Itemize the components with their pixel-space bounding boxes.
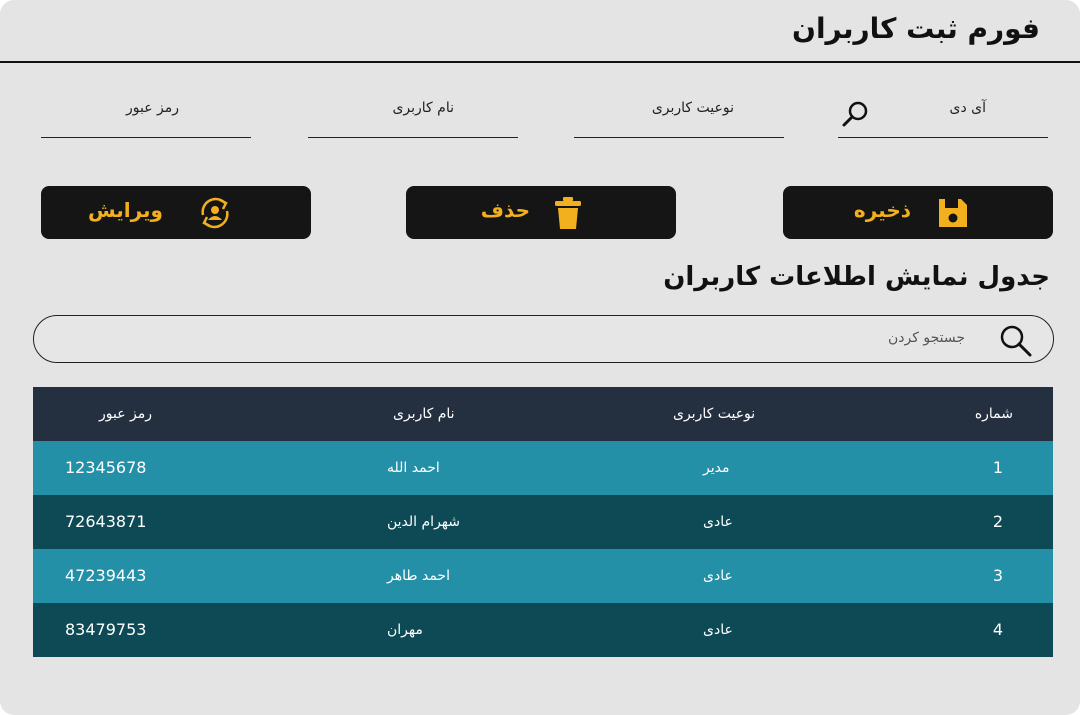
id-field[interactable]: آی دی — [838, 96, 1048, 138]
column-header-user-type[interactable]: نوعیت کاربری — [673, 387, 755, 441]
table-row[interactable]: 3 عادی احمد طاهر 47239443 — [33, 549, 1053, 603]
table-row[interactable]: 2 عادی شهرام الدین 72643871 — [33, 495, 1053, 549]
delete-button-label: حذف — [480, 198, 530, 222]
app-window: فورم ثبت کاربران آی دی نوعیت کاربری نام … — [0, 0, 1080, 715]
username-input[interactable] — [308, 96, 518, 137]
cell-username: احمد طاهر — [387, 568, 450, 584]
cell-user-type: عادی — [703, 514, 733, 530]
table-section-title: جدول نمایش اطلاعات کاربران — [663, 262, 1050, 292]
delete-button[interactable]: حذف — [406, 186, 676, 239]
save-button-label: ذخیره — [853, 198, 911, 222]
cell-password: 72643871 — [65, 512, 147, 531]
table-search-bar[interactable]: جستجو کردن — [33, 315, 1054, 363]
user-sync-icon — [201, 197, 229, 229]
password-field[interactable]: رمز عبور — [41, 96, 251, 138]
users-table: شماره نوعیت کاربری نام کاربری رمز عبور 1… — [33, 387, 1053, 657]
cell-number: 1 — [992, 458, 1003, 477]
cell-username: مهران — [387, 622, 423, 638]
cell-user-type: مدیر — [703, 460, 730, 476]
user-type-field[interactable]: نوعیت کاربری — [574, 96, 784, 138]
cell-password: 47239443 — [65, 566, 147, 585]
title-divider — [0, 61, 1080, 63]
cell-number: 2 — [992, 512, 1003, 531]
column-header-username[interactable]: نام کاربری — [393, 387, 455, 441]
search-placeholder: جستجو کردن — [888, 330, 965, 346]
edit-button[interactable]: ویرایش — [41, 186, 311, 239]
username-field[interactable]: نام کاربری — [308, 96, 518, 138]
search-icon[interactable] — [840, 100, 870, 130]
trash-icon — [555, 197, 581, 229]
save-button[interactable]: ذخیره — [783, 186, 1053, 239]
table-header-row: شماره نوعیت کاربری نام کاربری رمز عبور — [33, 387, 1053, 441]
page-title: فورم ثبت کاربران — [792, 12, 1040, 45]
cell-password: 83479753 — [65, 620, 147, 639]
cell-user-type: عادی — [703, 622, 733, 638]
password-input[interactable] — [41, 96, 251, 137]
table-row[interactable]: 1 مدیر احمد الله 12345678 — [33, 441, 1053, 495]
cell-user-type: عادی — [703, 568, 733, 584]
cell-number: 3 — [992, 566, 1003, 585]
cell-password: 12345678 — [65, 458, 147, 477]
user-type-input[interactable] — [574, 96, 784, 137]
edit-button-label: ویرایش — [87, 198, 163, 222]
cell-number: 4 — [992, 620, 1003, 639]
column-header-password[interactable]: رمز عبور — [99, 387, 152, 441]
column-header-number[interactable]: شماره — [975, 387, 1013, 441]
table-row[interactable]: 4 عادی مهران 83479753 — [33, 603, 1053, 657]
floppy-disk-icon — [939, 199, 967, 227]
search-icon[interactable] — [999, 324, 1033, 358]
cell-username: احمد الله — [387, 460, 440, 476]
cell-username: شهرام الدین — [387, 514, 460, 530]
